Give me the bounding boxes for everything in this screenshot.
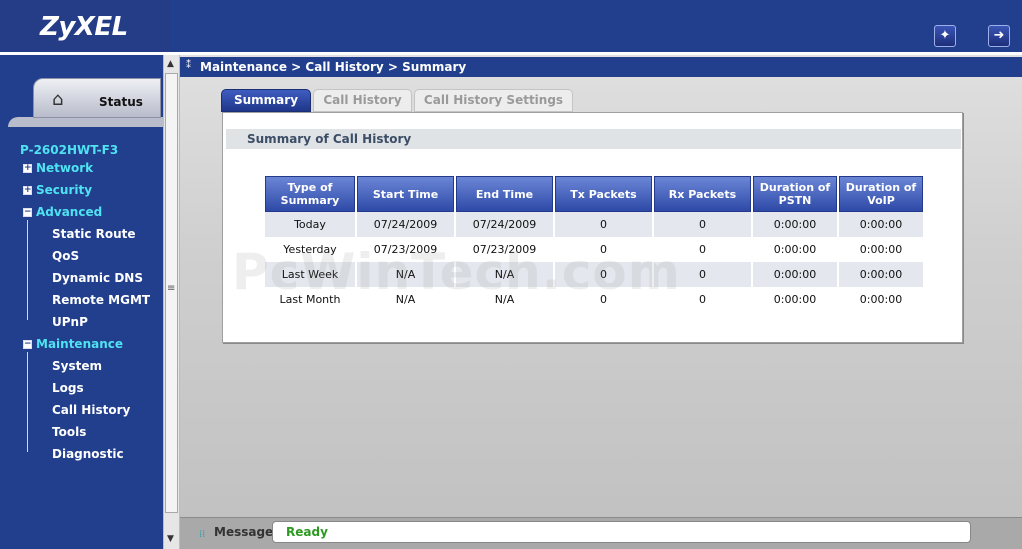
panel-title: Summary of Call History [226, 129, 961, 149]
column-header: End Time [456, 176, 553, 212]
table-row: Today 07/24/2009 07/24/2009 0 0 0:00:00 … [265, 212, 923, 237]
message-box: Ready [272, 521, 971, 543]
table-cell: N/A [456, 262, 553, 287]
table-cell: 0:00:00 [839, 262, 923, 287]
breadcrumb-bullet-icon: ⁑ [186, 60, 191, 71]
sidebar-item-remote-mgmt[interactable]: Remote MGMT [52, 293, 150, 307]
table-cell: Today [265, 212, 355, 237]
table-cell: 0:00:00 [753, 262, 837, 287]
sidebar-item-diagnostic[interactable]: Diagnostic [52, 447, 124, 461]
sidebar-top-curve [8, 117, 163, 127]
table-cell: 07/24/2009 [456, 212, 553, 237]
sidebar-item-network[interactable]: + Network [23, 161, 93, 175]
sidebar-item-maintenance[interactable]: − Maintenance [23, 337, 123, 351]
sidebar-item-dynamic-dns[interactable]: Dynamic DNS [52, 271, 143, 285]
table-row: Last Week N/A N/A 0 0 0:00:00 0:00:00 [265, 262, 923, 287]
table-cell: Yesterday [265, 237, 355, 262]
table-cell: 0:00:00 [753, 212, 837, 237]
top-header: ZyXEL ✦ ➜ [0, 0, 1022, 55]
table-cell: 0:00:00 [839, 287, 923, 312]
table-cell: N/A [357, 287, 454, 312]
sidebar-item-qos[interactable]: QoS [52, 249, 79, 263]
column-header: Duration of PSTN [753, 176, 837, 212]
table-cell: N/A [357, 262, 454, 287]
status-bar: ⁞⁞ Message Ready [180, 517, 1022, 549]
table-cell: Last Week [265, 262, 355, 287]
call-summary-table: Type of Summary Start Time End Time Tx P… [263, 176, 925, 312]
table-cell: Last Month [265, 287, 355, 312]
scroll-up-icon[interactable]: ▲ [167, 59, 174, 69]
expand-icon[interactable]: + [23, 186, 32, 195]
sidebar: ⌂ Status P-2602HWT-F3 + Network + Security… [0, 55, 163, 549]
logout-icon[interactable]: ➜ [988, 25, 1010, 47]
table-cell: 07/23/2009 [357, 237, 454, 262]
column-header: Duration of VoIP [839, 176, 923, 212]
column-header: Tx Packets [555, 176, 652, 212]
tree-line [27, 352, 28, 452]
router-icon: ⌂ [52, 89, 64, 110]
breadcrumb-bar: ⁑ Maintenance > Call History > Summary [180, 57, 1022, 77]
table-cell: 0:00:00 [753, 287, 837, 312]
zyxel-logo: ZyXEL [40, 12, 128, 42]
tab-summary[interactable]: Summary [221, 89, 311, 112]
table-cell: 0 [555, 262, 652, 287]
table-cell: 0:00:00 [839, 212, 923, 237]
column-header: Start Time [357, 176, 454, 212]
column-header: Type of Summary [265, 176, 355, 212]
table-row: Last Month N/A N/A 0 0 0:00:00 0:00:00 [265, 287, 923, 312]
table-cell: 0 [654, 212, 751, 237]
table-cell: N/A [456, 287, 553, 312]
sidebar-item-tools[interactable]: Tools [52, 425, 86, 439]
tree-line [27, 220, 28, 320]
table-header-row: Type of Summary Start Time End Time Tx P… [265, 176, 923, 212]
sidebar-item-system[interactable]: System [52, 359, 102, 373]
tab-call-history-settings[interactable]: Call History Settings [414, 89, 573, 112]
summary-panel: Summary of Call History Type of Summary … [222, 112, 963, 343]
sidebar-item-static-route[interactable]: Static Route [52, 227, 136, 241]
collapse-icon[interactable]: − [23, 340, 32, 349]
sidebar-scrollbar[interactable]: ▲ ≡ ▼ [163, 55, 180, 549]
sidebar-item-logs[interactable]: Logs [52, 381, 84, 395]
table-cell: 07/24/2009 [357, 212, 454, 237]
table-cell: 0:00:00 [753, 237, 837, 262]
table-row: Yesterday 07/23/2009 07/23/2009 0 0 0:00… [265, 237, 923, 262]
table-cell: 0 [555, 212, 652, 237]
message-label: Message [214, 525, 274, 539]
table-cell: 0:00:00 [839, 237, 923, 262]
main-content: ⁑ Maintenance > Call History > Summary S… [180, 55, 1022, 549]
logo-area: ZyXEL [0, 0, 170, 52]
wizard-icon[interactable]: ✦ [934, 25, 956, 47]
collapse-icon[interactable]: − [23, 208, 32, 217]
expand-icon[interactable]: + [23, 164, 32, 173]
sidebar-item-upnp[interactable]: UPnP [52, 315, 88, 329]
column-header: Rx Packets [654, 176, 751, 212]
table-cell: 07/23/2009 [456, 237, 553, 262]
scroll-down-icon[interactable]: ▼ [167, 534, 174, 544]
table-cell: 0 [654, 262, 751, 287]
sidebar-item-advanced[interactable]: − Advanced [23, 205, 102, 219]
status-tab[interactable]: ⌂ Status [33, 78, 161, 118]
sidebar-item-security[interactable]: + Security [23, 183, 92, 197]
device-model: P-2602HWT-F3 [20, 143, 119, 157]
table-cell: 0 [654, 237, 751, 262]
breadcrumb: Maintenance > Call History > Summary [200, 60, 467, 74]
splitter-grip-icon[interactable]: ≡ [167, 283, 175, 294]
message-value: Ready [286, 525, 328, 539]
table-cell: 0 [555, 287, 652, 312]
status-label: Status [99, 95, 143, 109]
table-cell: 0 [555, 237, 652, 262]
table-cell: 0 [654, 287, 751, 312]
tab-call-history[interactable]: Call History [313, 89, 412, 112]
status-dots-icon: ⁞⁞ [199, 529, 206, 540]
sidebar-item-call-history[interactable]: Call History [52, 403, 130, 417]
